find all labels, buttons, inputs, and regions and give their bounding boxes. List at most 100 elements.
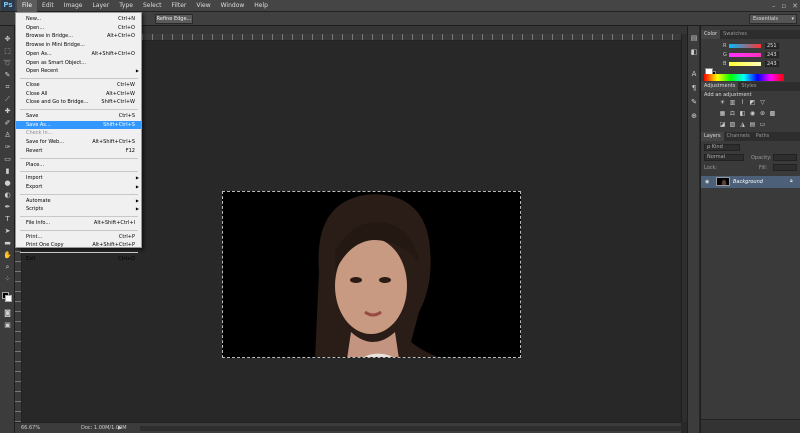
- eraser-tool-icon[interactable]: ▭: [3, 156, 12, 163]
- tab-layers[interactable]: Layers: [701, 132, 724, 141]
- blur-tool-icon[interactable]: ●: [3, 180, 12, 187]
- background-color-swatch[interactable]: [5, 295, 12, 302]
- layer-row[interactable]: ◉ Background 🔒︎: [701, 176, 800, 188]
- brush-panel-icon[interactable]: ✎: [690, 98, 698, 106]
- maximize-icon[interactable]: ▫: [781, 2, 786, 10]
- quick-mask-icon[interactable]: ◙: [3, 310, 12, 317]
- file-menu-item-browse-in-mini-bridge[interactable]: Browse in Mini Bridge...: [16, 41, 141, 49]
- paragraph-panel-icon[interactable]: ¶: [690, 84, 698, 92]
- file-menu-item-exit[interactable]: Exit Ctrl+Q: [16, 255, 141, 263]
- layer-filter-kind[interactable]: ρ Kind: [704, 144, 740, 151]
- menu-edit[interactable]: Edit: [37, 0, 59, 12]
- file-menu-item-scripts[interactable]: Scripts ▶: [16, 205, 141, 213]
- default-colors-icon[interactable]: ⁘: [3, 276, 12, 283]
- zoom-tool-icon[interactable]: ⌕: [3, 264, 12, 271]
- file-menu-item-browse-in-bridge[interactable]: Browse in Bridge... Alt+Ctrl+O: [16, 32, 141, 40]
- lasso-tool-icon[interactable]: ➰: [3, 60, 12, 67]
- file-menu-item-print-one-copy[interactable]: Print One Copy Alt+Shift+Ctrl+P: [16, 241, 141, 249]
- tab-channels[interactable]: Channels: [724, 132, 753, 141]
- color-spectrum-bar[interactable]: [704, 74, 784, 81]
- hand-tool-icon[interactable]: ✋: [3, 252, 12, 259]
- menu-layer[interactable]: Layer: [87, 0, 114, 12]
- layer-name[interactable]: Background: [733, 179, 763, 185]
- clone-stamp-tool-icon[interactable]: ♙: [3, 132, 12, 139]
- menu-file[interactable]: File: [17, 0, 38, 12]
- file-menu-item-open-as[interactable]: Open As... Alt+Shift+Ctrl+O: [16, 50, 141, 58]
- channel-mixer-icon[interactable]: ⊛: [759, 110, 766, 117]
- file-menu-item-new[interactable]: New... Ctrl+N: [16, 15, 141, 23]
- gradient-map-icon[interactable]: ▭: [759, 121, 766, 128]
- file-menu-item-open-as-smart-object[interactable]: Open as Smart Object...: [16, 59, 141, 67]
- file-menu-item-save[interactable]: Save Ctrl+S: [16, 112, 141, 120]
- color-lookup-icon[interactable]: ▩: [769, 110, 776, 117]
- opacity-field[interactable]: [773, 154, 797, 161]
- clone-source-panel-icon[interactable]: ⊕: [690, 112, 698, 120]
- tab-color[interactable]: Color: [701, 30, 721, 39]
- vibrance-icon[interactable]: ▽: [759, 99, 766, 106]
- workspace-switcher[interactable]: Essentials ▾: [749, 14, 797, 24]
- tab-adjustments[interactable]: Adjustments: [701, 82, 739, 91]
- move-tool-icon[interactable]: ✥: [3, 36, 12, 43]
- file-menu-item-file-info[interactable]: File Info... Alt+Shift+Ctrl+I: [16, 219, 141, 227]
- invert-icon[interactable]: ◪: [719, 121, 726, 128]
- file-menu-item-close-all[interactable]: Close All Alt+Ctrl+W: [16, 90, 141, 98]
- file-menu-item-open-recent[interactable]: Open Recent ▶: [16, 67, 141, 75]
- status-menu-icon[interactable]: ▶: [118, 423, 122, 433]
- dodge-tool-icon[interactable]: ◐: [3, 192, 12, 199]
- brightness-contrast-icon[interactable]: ☀: [719, 99, 726, 106]
- selective-color-icon[interactable]: ▤: [749, 121, 756, 128]
- red-slider[interactable]: [729, 44, 761, 48]
- minimize-icon[interactable]: –: [772, 2, 776, 10]
- shape-tool-icon[interactable]: ▬: [3, 240, 12, 247]
- menu-select[interactable]: Select: [138, 0, 167, 12]
- photo-filter-icon[interactable]: ◉: [749, 110, 756, 117]
- threshold-icon[interactable]: ◮: [739, 121, 746, 128]
- history-brush-tool-icon[interactable]: ✑: [3, 144, 12, 151]
- menu-type[interactable]: Type: [114, 0, 138, 12]
- document-canvas[interactable]: [222, 191, 521, 358]
- crop-tool-icon[interactable]: ⌗: [3, 84, 12, 91]
- marquee-tool-icon[interactable]: ⬚: [3, 48, 12, 55]
- black-white-icon[interactable]: ◧: [739, 110, 746, 117]
- levels-icon[interactable]: ▥: [729, 99, 736, 106]
- hue-saturation-icon[interactable]: ▦: [719, 110, 726, 117]
- tab-styles[interactable]: Styles: [738, 82, 759, 91]
- zoom-level[interactable]: 66.67%: [21, 423, 40, 433]
- file-menu-item-automate[interactable]: Automate ▶: [16, 197, 141, 205]
- file-menu-item-open[interactable]: Open... Ctrl+O: [16, 24, 141, 32]
- red-value[interactable]: 251: [765, 43, 779, 49]
- curves-icon[interactable]: ⌇: [739, 99, 746, 106]
- type-tool-icon[interactable]: T: [3, 216, 12, 223]
- blend-mode-select[interactable]: Normal: [704, 154, 744, 161]
- eyedropper-tool-icon[interactable]: ⟋: [3, 96, 12, 103]
- blue-value[interactable]: 243: [765, 61, 779, 67]
- properties-panel-icon[interactable]: ◧: [690, 48, 698, 56]
- fill-field[interactable]: [773, 164, 797, 171]
- quick-selection-tool-icon[interactable]: ✎: [3, 72, 12, 79]
- menu-window[interactable]: Window: [216, 0, 250, 12]
- color-balance-icon[interactable]: ⚖: [729, 110, 736, 117]
- gradient-tool-icon[interactable]: ▮: [3, 168, 12, 175]
- screen-mode-icon[interactable]: ▣: [3, 322, 12, 329]
- character-panel-icon[interactable]: A: [690, 70, 698, 78]
- posterize-icon[interactable]: ▨: [729, 121, 736, 128]
- file-menu-item-print[interactable]: Print... Ctrl+P: [16, 233, 141, 241]
- history-panel-icon[interactable]: ▤: [690, 34, 698, 42]
- tab-paths[interactable]: Paths: [753, 132, 773, 141]
- tab-swatches[interactable]: Swatches: [720, 30, 750, 39]
- path-selection-tool-icon[interactable]: ➤: [3, 228, 12, 235]
- exposure-icon[interactable]: ◩: [749, 99, 756, 106]
- refine-edge-button[interactable]: Refine Edge...: [155, 14, 193, 24]
- file-menu-item-close[interactable]: Close Ctrl+W: [16, 81, 141, 89]
- pen-tool-icon[interactable]: ✒: [3, 204, 12, 211]
- brush-tool-icon[interactable]: ✐: [3, 120, 12, 127]
- menu-filter[interactable]: Filter: [167, 0, 192, 12]
- file-menu-item-save-as[interactable]: Save As... Shift+Ctrl+S: [16, 120, 141, 129]
- horizontal-scrollbar[interactable]: [140, 426, 681, 431]
- eye-icon[interactable]: ◉: [705, 179, 709, 185]
- menu-view[interactable]: View: [191, 0, 215, 12]
- file-menu-item-close-and-go-to-bridge[interactable]: Close and Go to Bridge... Shift+Ctrl+W: [16, 98, 141, 106]
- file-menu-item-revert[interactable]: Revert F12: [16, 147, 141, 155]
- file-menu-item-save-for-web[interactable]: Save for Web... Alt+Shift+Ctrl+S: [16, 138, 141, 146]
- file-menu-item-import[interactable]: Import ▶: [16, 174, 141, 182]
